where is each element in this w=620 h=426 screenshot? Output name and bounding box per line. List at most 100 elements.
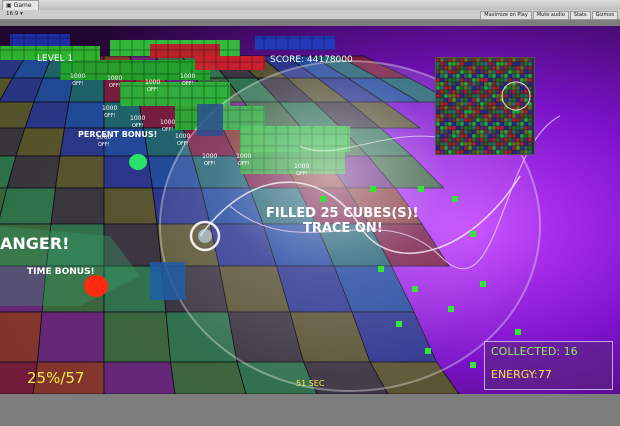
minimap-cell <box>443 89 449 95</box>
minimap-cell <box>487 97 493 103</box>
minimap-cell <box>491 113 497 119</box>
minimap-cell <box>459 129 465 135</box>
minimap-cell <box>499 69 505 75</box>
gizmos-button[interactable]: Gizmos <box>591 11 618 20</box>
minimap-cell <box>515 61 521 67</box>
minimap-cell <box>475 109 481 115</box>
aspect-ratio-dropdown[interactable]: 16:9 ▾ <box>3 11 26 18</box>
game-render[interactable]: 1000 OFF! 1000 OFF! 1000 OFF! 1000 OFF! 1000 OFF!… <box>0 26 620 394</box>
minimap-cell <box>455 145 461 151</box>
minimap-cell <box>451 137 457 143</box>
minimap-cell <box>499 81 505 87</box>
minimap-cell <box>463 105 469 111</box>
pickup-value-label: 1000 <box>145 79 160 86</box>
minimap-cell <box>519 125 525 131</box>
mute-audio-button[interactable]: Mute audio <box>532 11 569 20</box>
minimap-cell <box>447 125 453 131</box>
chevron-down-icon: ▾ <box>20 11 23 17</box>
minimap-cell <box>479 141 485 147</box>
minimap-cell <box>459 133 465 139</box>
minimap-cell <box>471 109 477 115</box>
minimap-cell <box>527 61 533 67</box>
minimap-cell <box>443 109 449 115</box>
minimap-cell <box>527 145 533 151</box>
minimap-cell <box>515 149 521 155</box>
minimap-cell <box>439 61 445 67</box>
minimap-cell <box>467 65 473 71</box>
pickup-off-label: OFF! <box>109 83 121 89</box>
minimap-cell <box>455 109 461 115</box>
minimap-cell <box>479 133 485 139</box>
minimap-cell <box>495 129 501 135</box>
debris-cube <box>412 286 418 292</box>
minimap-cell <box>471 69 477 75</box>
minimap-cell <box>515 89 521 95</box>
minimap-cell <box>523 113 529 119</box>
minimap-cell <box>487 149 493 155</box>
minimap-cell <box>471 129 477 135</box>
minimap-cell <box>459 89 465 95</box>
minimap-cell <box>463 77 469 83</box>
minimap-cell <box>519 113 525 119</box>
minimap-cell <box>491 117 497 123</box>
minimap-cell <box>435 129 441 135</box>
minimap <box>435 57 535 155</box>
minimap-cell <box>527 113 533 119</box>
minimap-cell <box>475 133 481 139</box>
minimap-cell <box>523 73 529 79</box>
minimap-cell <box>459 93 465 99</box>
minimap-cell <box>439 57 445 63</box>
pickup-off-label: OFF! <box>162 127 174 133</box>
minimap-cell <box>475 129 481 135</box>
cube-grid-overlay <box>10 34 70 46</box>
minimap-cell <box>475 97 481 103</box>
minimap-cell <box>479 137 485 143</box>
pickup-off-label: OFF! <box>132 123 144 129</box>
minimap-cell <box>479 105 485 111</box>
minimap-cell <box>475 93 481 99</box>
minimap-cell <box>471 145 477 151</box>
minimap-cell <box>435 149 441 155</box>
minimap-cell <box>479 57 485 63</box>
pickup-value-label: 1000 <box>294 163 309 170</box>
minimap-cell <box>463 113 469 119</box>
minimap-cell <box>487 141 493 147</box>
minimap-cell <box>467 77 473 83</box>
debris-cube <box>480 281 486 287</box>
minimap-cell <box>467 105 473 111</box>
minimap-cell <box>495 125 501 131</box>
minimap-cell <box>447 65 453 71</box>
minimap-cell <box>499 65 505 71</box>
minimap-cell <box>511 77 517 83</box>
minimap-cell <box>487 81 493 87</box>
maximize-on-play-button[interactable]: Maximize on Play <box>480 11 532 20</box>
minimap-cell <box>443 121 449 127</box>
minimap-cell <box>519 97 525 103</box>
minimap-cell <box>507 125 513 131</box>
debris-cube <box>515 329 521 335</box>
minimap-cell <box>443 85 449 91</box>
minimap-cell <box>523 121 529 127</box>
minimap-cell <box>467 125 473 131</box>
status-panel: COLLECTED: 16 ENERGY:77 <box>484 341 613 390</box>
minimap-cell <box>443 129 449 135</box>
pickup-off-label: OFF! <box>147 87 159 93</box>
minimap-cell <box>435 97 441 103</box>
minimap-cell <box>471 81 477 87</box>
energy-label: ENERGY:77 <box>491 368 552 381</box>
minimap-cell <box>487 121 493 127</box>
minimap-cell <box>447 77 453 83</box>
minimap-cell <box>475 141 481 147</box>
toolbar-buttons: Maximize on Play Mute audio Stats Gizmos <box>480 11 618 20</box>
minimap-cell <box>487 73 493 79</box>
minimap-cell <box>439 105 445 111</box>
minimap-cell <box>475 61 481 67</box>
minimap-cell <box>479 97 485 103</box>
minimap-cell <box>471 93 477 99</box>
stats-button[interactable]: Stats <box>569 11 591 20</box>
minimap-cell <box>491 145 497 151</box>
minimap-cell <box>455 141 461 147</box>
minimap-cell <box>511 93 517 99</box>
minimap-cell <box>479 129 485 135</box>
minimap-cell <box>483 73 489 79</box>
